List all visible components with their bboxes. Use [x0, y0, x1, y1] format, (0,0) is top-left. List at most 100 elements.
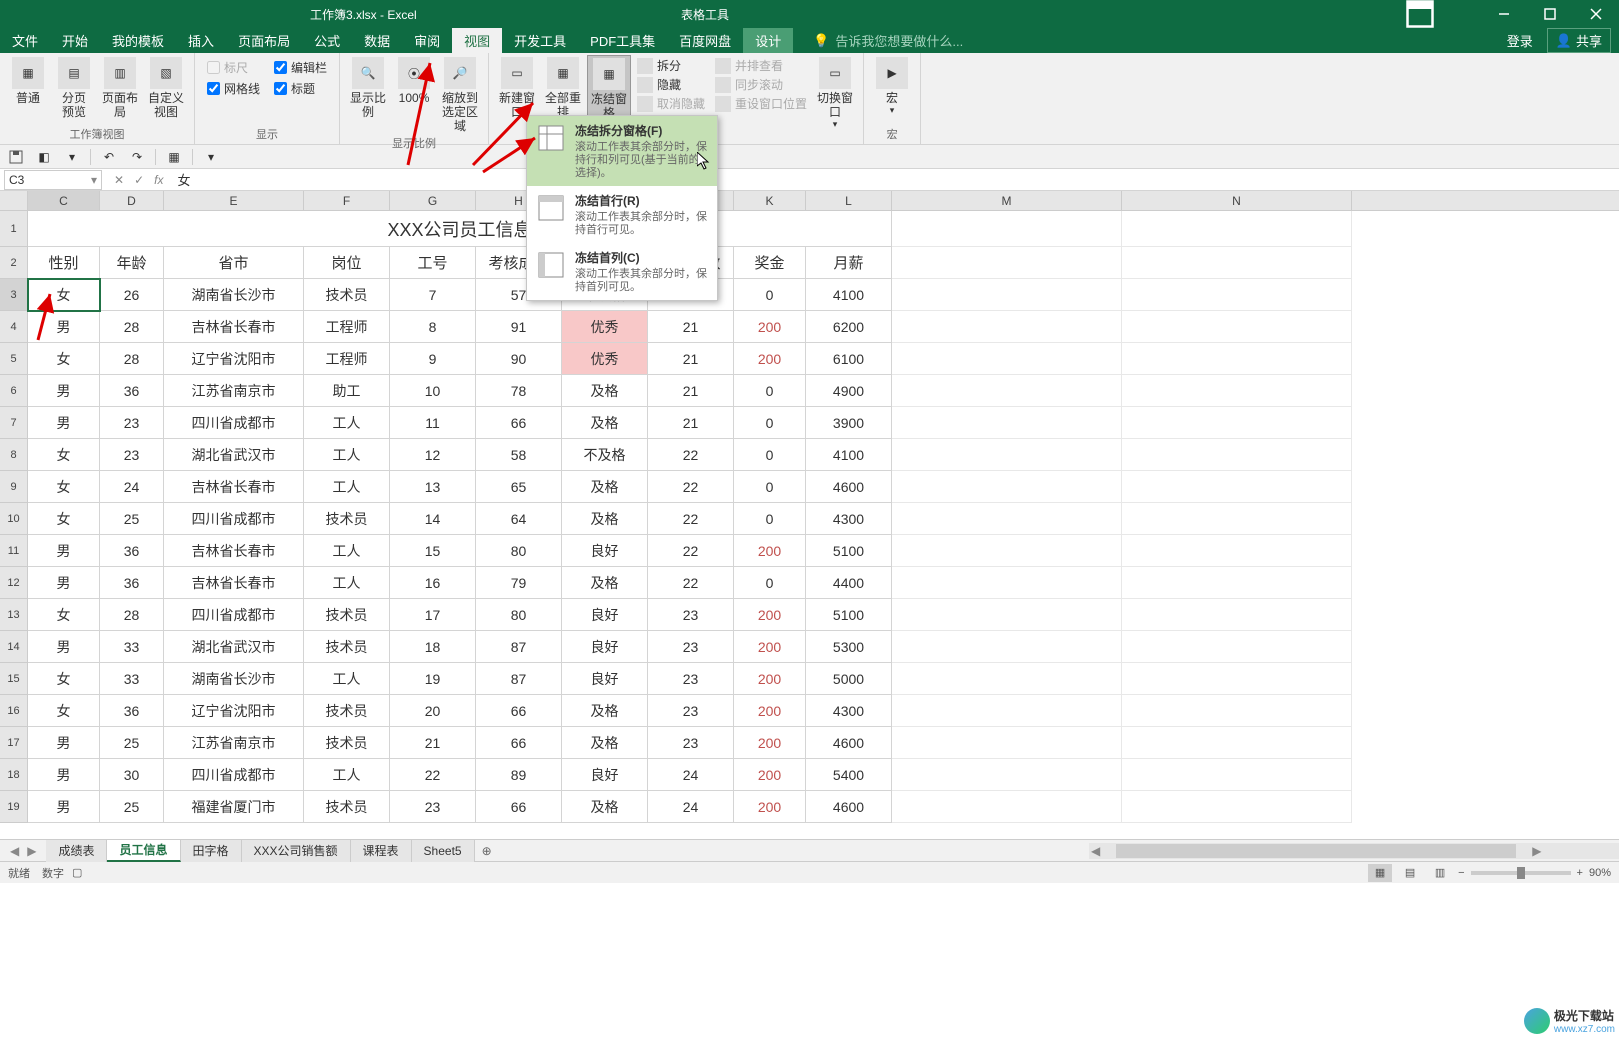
sheet-tab[interactable]: 课程表 [351, 840, 412, 862]
zoom-slider[interactable] [1471, 871, 1571, 875]
row-header-12[interactable]: 12 [0, 567, 28, 599]
cell[interactable]: 22 [390, 759, 476, 791]
cancel-formula-icon[interactable]: ✕ [114, 173, 124, 187]
cell[interactable]: 工人 [304, 567, 390, 599]
cell[interactable]: 辽宁省沈阳市 [164, 343, 304, 375]
scroll-right-icon[interactable]: ▶ [1530, 844, 1543, 858]
row-header-14[interactable]: 14 [0, 631, 28, 663]
cell[interactable]: 33 [100, 663, 164, 695]
unhide-button[interactable]: 取消隐藏 [637, 95, 705, 112]
column-header-G[interactable]: G [390, 191, 476, 210]
cell[interactable] [1122, 471, 1352, 503]
minimize-button[interactable] [1481, 0, 1527, 28]
cell[interactable]: 工程师 [304, 311, 390, 343]
cell[interactable]: 78 [476, 375, 562, 407]
cell[interactable]: 男 [28, 535, 100, 567]
cell[interactable] [1122, 439, 1352, 471]
row-header-16[interactable]: 16 [0, 695, 28, 727]
cell[interactable]: 200 [734, 343, 806, 375]
cell[interactable] [892, 695, 1122, 727]
row-header-13[interactable]: 13 [0, 599, 28, 631]
formula-input[interactable]: 女 [171, 170, 1619, 189]
cell[interactable]: 25 [100, 727, 164, 759]
sheet-tab[interactable]: XXX公司销售额 [242, 840, 351, 862]
cell[interactable]: 0 [734, 407, 806, 439]
cell[interactable]: 10 [390, 375, 476, 407]
cell[interactable]: 男 [28, 375, 100, 407]
cell[interactable]: 四川省成都市 [164, 503, 304, 535]
cell[interactable]: 5300 [806, 631, 892, 663]
cell[interactable]: 女 [28, 503, 100, 535]
qat-button-7[interactable]: ▾ [201, 147, 221, 167]
cell[interactable]: 工人 [304, 663, 390, 695]
cell[interactable]: 工程师 [304, 343, 390, 375]
maximize-button[interactable] [1527, 0, 1573, 28]
cell[interactable]: 23 [390, 791, 476, 823]
qat-button-2[interactable]: ◧ [34, 147, 54, 167]
redo-button[interactable]: ↷ [127, 147, 147, 167]
column-header-D[interactable]: D [100, 191, 164, 210]
select-all-button[interactable] [0, 191, 28, 210]
cell[interactable]: 87 [476, 631, 562, 663]
reset-position-button[interactable]: 重设窗口位置 [715, 95, 807, 112]
cell[interactable] [892, 407, 1122, 439]
cell[interactable]: 湖北省武汉市 [164, 439, 304, 471]
cell[interactable]: 80 [476, 599, 562, 631]
cell[interactable]: 16 [390, 567, 476, 599]
cell[interactable]: 0 [734, 279, 806, 311]
cell[interactable] [1122, 631, 1352, 663]
cell[interactable] [892, 343, 1122, 375]
header-cell[interactable]: 年龄 [100, 247, 164, 279]
undo-button[interactable]: ↶ [99, 147, 119, 167]
enter-formula-icon[interactable]: ✓ [134, 173, 144, 187]
cell[interactable]: 女 [28, 471, 100, 503]
switch-windows-button[interactable]: ▭切换窗口▾ [813, 55, 857, 132]
cell[interactable]: 24 [648, 759, 734, 791]
freeze-first-col-item[interactable]: 冻结首列(C)滚动工作表其余部分时，保持首列可见。 [527, 243, 717, 300]
sheet-tab[interactable]: 员工信息 [107, 840, 180, 862]
qat-button-6[interactable]: ▦ [164, 147, 184, 167]
cell[interactable]: 四川省成都市 [164, 407, 304, 439]
cell[interactable] [1122, 211, 1352, 247]
cell[interactable]: 女 [28, 279, 100, 311]
page-break-preview-button[interactable]: ▤分页 预览 [52, 55, 96, 121]
cell[interactable] [892, 727, 1122, 759]
arrange-all-button[interactable]: ▦全部重排 [541, 55, 585, 121]
macros-button[interactable]: ▶宏▾ [870, 55, 914, 118]
cell[interactable]: 23 [648, 695, 734, 727]
header-cell[interactable]: 奖金 [734, 247, 806, 279]
column-header-C[interactable]: C [28, 191, 100, 210]
cell[interactable]: 25 [100, 791, 164, 823]
cell[interactable]: 优秀 [562, 311, 648, 343]
cell[interactable]: 6200 [806, 311, 892, 343]
cell[interactable]: 女 [28, 663, 100, 695]
scroll-left-icon[interactable]: ◀ [1089, 844, 1102, 858]
cell[interactable]: 0 [734, 375, 806, 407]
row-header-7[interactable]: 7 [0, 407, 28, 439]
cell[interactable] [892, 631, 1122, 663]
cell[interactable]: 28 [100, 343, 164, 375]
tab-pdf[interactable]: PDF工具集 [578, 28, 667, 53]
tell-me-search[interactable]: 💡 告诉我您想要做什么... [813, 31, 963, 50]
cell[interactable]: 3900 [806, 407, 892, 439]
cell[interactable]: 23 [648, 631, 734, 663]
cell[interactable]: 58 [476, 439, 562, 471]
column-header-M[interactable]: M [892, 191, 1122, 210]
cell[interactable]: 66 [476, 695, 562, 727]
share-button[interactable]: 👤 共享 [1547, 28, 1611, 53]
status-record-icon[interactable]: ▢ [72, 866, 82, 879]
cell[interactable]: 及格 [562, 471, 648, 503]
cell[interactable]: 助工 [304, 375, 390, 407]
header-cell[interactable]: 岗位 [304, 247, 390, 279]
cell[interactable]: 28 [100, 311, 164, 343]
cell[interactable]: 80 [476, 535, 562, 567]
cell[interactable]: 23 [648, 663, 734, 695]
cell[interactable]: 33 [100, 631, 164, 663]
cell[interactable]: 5100 [806, 599, 892, 631]
cell[interactable]: 吉林省长春市 [164, 471, 304, 503]
cell[interactable] [892, 471, 1122, 503]
page-break-statusbar[interactable]: ▥ [1428, 864, 1452, 882]
cell[interactable]: 200 [734, 535, 806, 567]
ribbon-display-options[interactable] [1405, 0, 1435, 28]
tab-developer[interactable]: 开发工具 [502, 28, 578, 53]
